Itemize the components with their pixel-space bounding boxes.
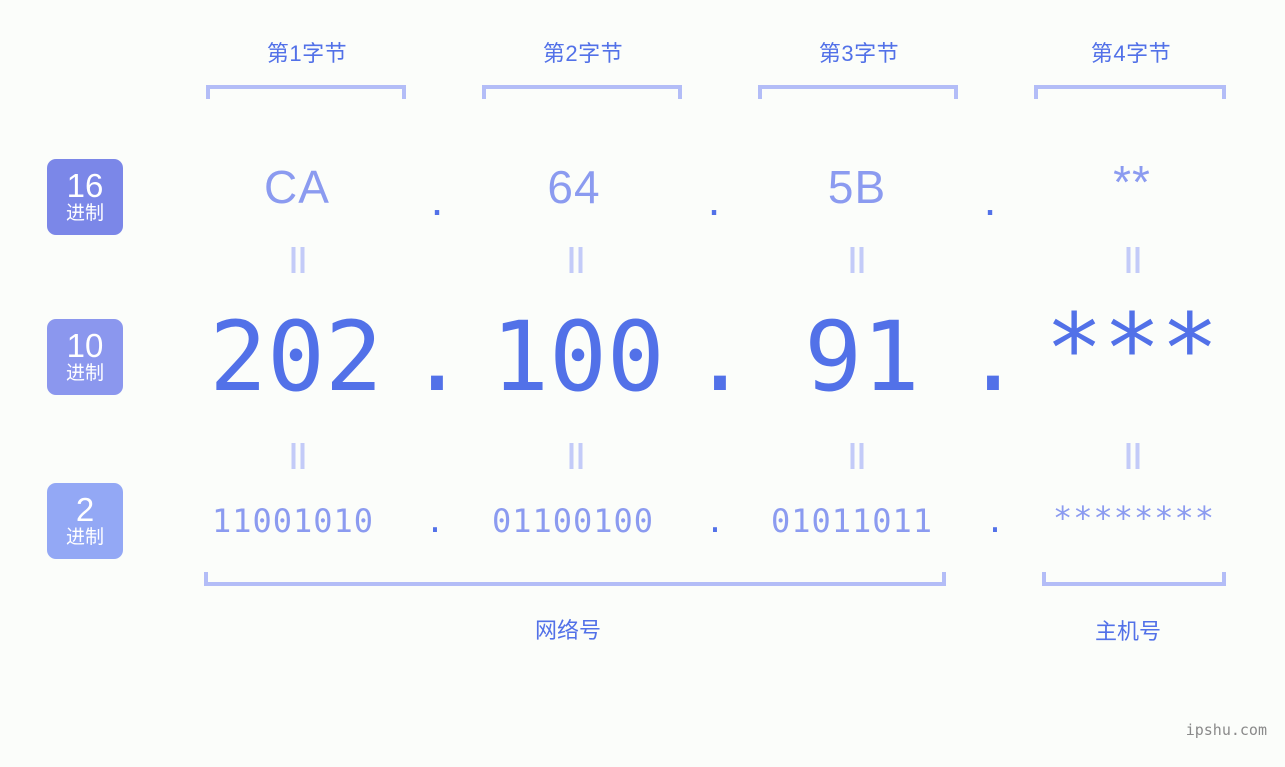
decimal-byte-1: 202 bbox=[209, 301, 383, 413]
binary-separator-1: . bbox=[425, 502, 445, 540]
decimal-separator-1: . bbox=[408, 301, 466, 413]
equals-mark-dec-bin-4 bbox=[1126, 443, 1140, 469]
decimal-byte-2: 100 bbox=[491, 301, 665, 413]
binary-separator-3: . bbox=[985, 502, 1005, 540]
binary-byte-4: ******** bbox=[1052, 499, 1216, 537]
hex-byte-3: 5B bbox=[827, 161, 887, 213]
ip-address-breakdown-diagram: 第1字节 第2字节 第3字节 第4字节 16 进制 10 进制 2 进制 CA … bbox=[0, 0, 1285, 767]
equals-mark-dec-bin-3 bbox=[850, 443, 864, 469]
base-badge-decimal-suffix: 进制 bbox=[65, 363, 104, 384]
byte-header-label-3: 第3字节 bbox=[818, 41, 900, 66]
watermark: ipshu.com bbox=[1185, 721, 1267, 739]
binary-byte-2: 01100100 bbox=[491, 502, 655, 540]
hex-byte-4: ** bbox=[1113, 156, 1151, 208]
equals-mark-dec-bin-1 bbox=[291, 443, 305, 469]
byte-bracket-2 bbox=[482, 85, 682, 99]
base-badge-decimal: 10 进制 bbox=[47, 319, 123, 395]
binary-separator-2: . bbox=[705, 502, 725, 540]
equals-mark-hex-dec-4 bbox=[1126, 247, 1140, 273]
base-badge-hex: 16 进制 bbox=[47, 159, 123, 235]
byte-bracket-3 bbox=[758, 85, 958, 99]
network-id-bracket bbox=[204, 572, 946, 586]
hex-byte-1: CA bbox=[264, 161, 330, 213]
byte-bracket-4 bbox=[1034, 85, 1226, 99]
decimal-separator-3: . bbox=[964, 301, 1022, 413]
byte-header-label-4: 第4字节 bbox=[1090, 41, 1172, 66]
base-badge-binary-suffix: 进制 bbox=[65, 527, 104, 548]
decimal-byte-4: *** bbox=[1045, 293, 1219, 405]
host-id-label: 主机号 bbox=[1094, 619, 1162, 644]
equals-mark-dec-bin-2 bbox=[569, 443, 583, 469]
byte-header-label-2: 第2字节 bbox=[542, 41, 624, 66]
hex-separator-1: . bbox=[430, 173, 444, 225]
base-badge-binary-number: 2 bbox=[75, 491, 95, 528]
byte-bracket-1 bbox=[206, 85, 406, 99]
network-id-label: 网络号 bbox=[534, 618, 602, 643]
hex-separator-2: . bbox=[707, 173, 721, 225]
binary-byte-3: 01011011 bbox=[770, 502, 934, 540]
hex-byte-2: 64 bbox=[547, 161, 601, 213]
decimal-byte-3: 91 bbox=[804, 301, 920, 413]
base-badge-binary: 2 进制 bbox=[47, 483, 123, 559]
equals-mark-hex-dec-1 bbox=[291, 247, 305, 273]
decimal-separator-2: . bbox=[691, 301, 749, 413]
base-badge-hex-suffix: 进制 bbox=[65, 203, 104, 224]
hex-separator-3: . bbox=[983, 173, 997, 225]
base-badge-hex-number: 16 bbox=[66, 167, 104, 204]
binary-byte-1: 11001010 bbox=[211, 502, 375, 540]
equals-mark-hex-dec-2 bbox=[569, 247, 583, 273]
host-id-bracket bbox=[1042, 572, 1226, 586]
base-badge-decimal-number: 10 bbox=[66, 327, 104, 364]
equals-mark-hex-dec-3 bbox=[850, 247, 864, 273]
byte-header-label-1: 第1字节 bbox=[266, 41, 348, 66]
